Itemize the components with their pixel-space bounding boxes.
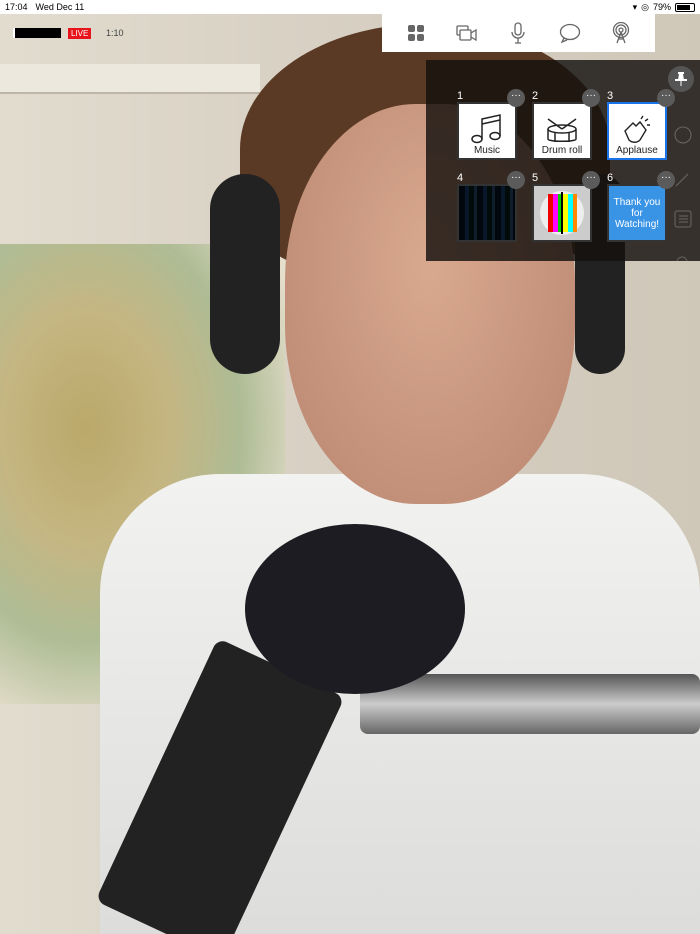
status-date: Wed Dec 11 <box>35 2 85 12</box>
sound-effects-panel: 1 Music ··· 2 Drum roll ··· 3 Applause ·… <box>426 60 700 261</box>
slot-6[interactable]: 6 Thank you for Watching! ··· <box>607 171 675 242</box>
toolbar <box>382 14 655 52</box>
slot-4[interactable]: 4 ··· <box>457 171 525 242</box>
more-options-button[interactable]: ··· <box>582 89 600 107</box>
drum-roll-button[interactable]: Drum roll <box>532 102 592 160</box>
mic-arm <box>360 674 700 734</box>
headphone-left <box>210 174 280 374</box>
mic-windscreen <box>245 524 465 694</box>
grid-icon[interactable] <box>403 20 429 46</box>
status-bar: 17:04 Wed Dec 11 ▾ ◎ 79% <box>0 0 700 14</box>
slot-3[interactable]: 3 Applause ··· <box>607 89 675 160</box>
stream-name-field[interactable] <box>13 28 61 38</box>
live-badge: LIVE <box>68 28 92 39</box>
test-pattern-image-button[interactable] <box>532 184 592 242</box>
camera-switch-icon[interactable] <box>454 20 480 46</box>
slot-2[interactable]: 2 Drum roll ··· <box>532 89 600 160</box>
slot-5[interactable]: 5 ··· <box>532 171 600 242</box>
drum-icon <box>547 118 577 142</box>
broadcast-icon[interactable] <box>608 20 634 46</box>
applause-button[interactable]: Applause <box>607 102 667 160</box>
slot-label: Thank you for Watching! <box>613 196 661 230</box>
more-options-button[interactable]: ··· <box>507 171 525 189</box>
list-icon[interactable] <box>674 210 692 233</box>
battery-icon <box>675 2 695 12</box>
music-note-icon <box>471 114 501 144</box>
thank-you-button[interactable]: Thank you for Watching! <box>607 184 667 242</box>
music-button[interactable]: Music <box>457 102 517 160</box>
orientation-lock-icon: ◎ <box>641 1 649 12</box>
live-timer: 1:10 <box>106 28 124 38</box>
more-options-button[interactable]: ··· <box>582 171 600 189</box>
pin-icon[interactable] <box>668 66 694 92</box>
gear-icon[interactable] <box>674 254 690 275</box>
microphone-icon[interactable] <box>505 20 531 46</box>
status-time: 17:04 <box>5 2 28 12</box>
more-options-button[interactable]: ··· <box>507 89 525 107</box>
rotate-icon[interactable] <box>674 126 692 149</box>
clapping-hands-icon <box>624 115 650 143</box>
slot-label: Music <box>473 145 501 156</box>
video-wall-image-button[interactable] <box>457 184 517 242</box>
chat-icon[interactable] <box>557 20 583 46</box>
wifi-icon: ▾ <box>632 1 638 12</box>
wall-frame <box>0 64 260 94</box>
slot-label: Applause <box>616 145 658 156</box>
slot-1[interactable]: 1 Music ··· <box>457 89 525 160</box>
test-pattern-image <box>540 191 584 235</box>
more-options-button[interactable]: ··· <box>657 89 675 107</box>
battery-percent: 79% <box>652 2 671 12</box>
slot-label: Drum roll <box>541 145 583 156</box>
more-options-button[interactable]: ··· <box>657 171 675 189</box>
magic-wand-icon[interactable] <box>674 170 692 193</box>
